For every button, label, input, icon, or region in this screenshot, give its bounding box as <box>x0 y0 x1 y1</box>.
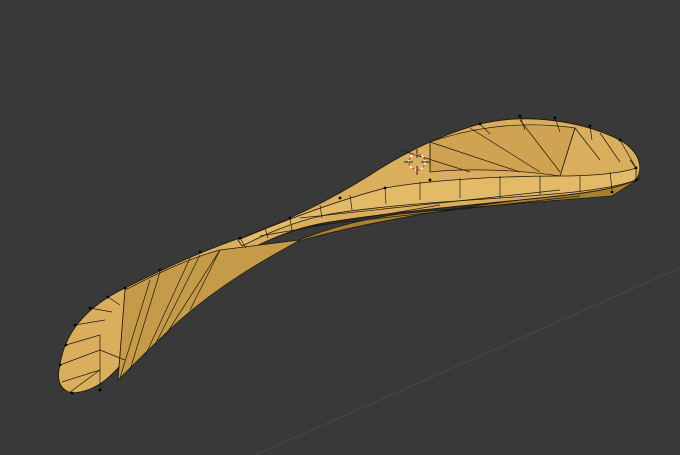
viewport-canvas[interactable] <box>0 0 680 455</box>
grid-line <box>254 267 680 455</box>
mesh-right-inner <box>429 124 576 177</box>
3d-viewport[interactable] <box>0 0 680 455</box>
mesh-left-inner <box>117 239 301 381</box>
